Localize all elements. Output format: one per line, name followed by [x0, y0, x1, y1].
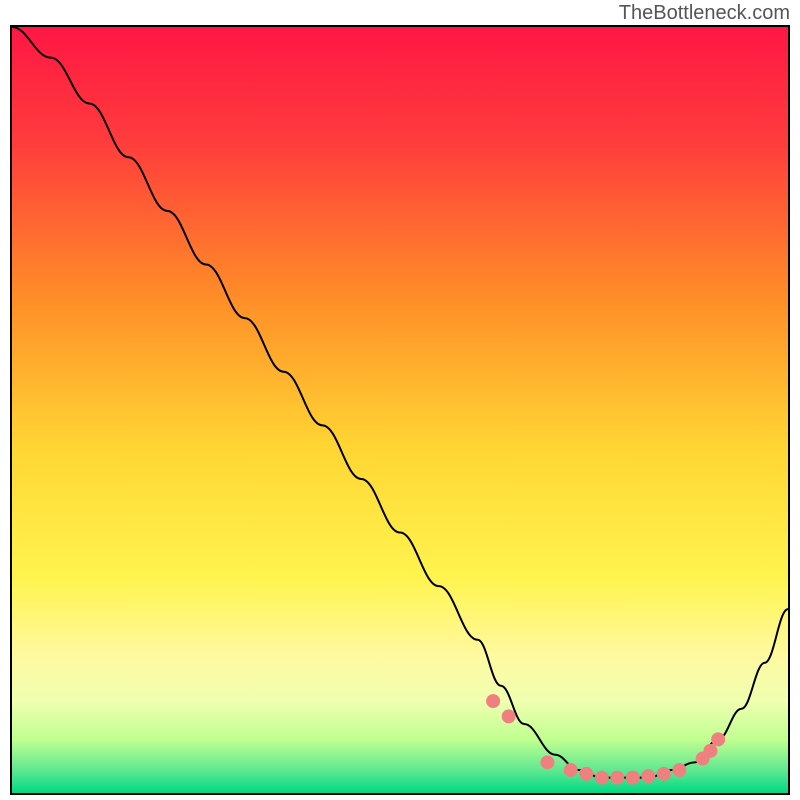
marker-dot [486, 694, 500, 708]
marker-dot [502, 709, 516, 723]
marker-dot [641, 769, 655, 783]
marker-dot [657, 767, 671, 781]
marker-dot [711, 732, 725, 746]
marker-dot [610, 771, 624, 785]
marker-dot [579, 767, 593, 781]
chart-svg [12, 27, 788, 793]
marker-dot [540, 755, 554, 769]
marker-dot [672, 763, 686, 777]
marker-dot [703, 744, 717, 758]
chart-plot-area [10, 25, 790, 795]
watermark-label: TheBottleneck.com [619, 2, 790, 25]
marker-dot [595, 771, 609, 785]
gradient-background [12, 27, 788, 793]
marker-dot [564, 763, 578, 777]
marker-dot [626, 771, 640, 785]
